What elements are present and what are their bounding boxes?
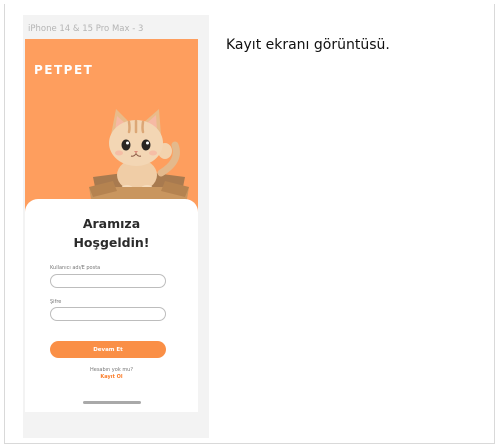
- continue-button[interactable]: Devam Et: [50, 341, 166, 358]
- password-label: Şifre: [50, 299, 62, 305]
- screen-caption: Kayıt ekranı görüntüsü.: [226, 37, 390, 53]
- artboard-label: iPhone 14 & 15 Pro Max - 3: [28, 24, 144, 34]
- username-input[interactable]: [50, 274, 166, 288]
- phone-screen: PETPET Aramıza Hoşgeldin! Kullanıcı adı/…: [25, 39, 198, 412]
- brand-logo: PETPET: [34, 63, 94, 77]
- welcome-line-1: Aramıza: [82, 216, 141, 231]
- home-indicator: [83, 401, 141, 404]
- cat-in-box-illustration: [89, 109, 189, 211]
- register-link[interactable]: Kayıt Ol: [25, 374, 198, 380]
- welcome-heading: Aramıza Hoşgeldin!: [25, 214, 198, 252]
- password-input[interactable]: [50, 307, 166, 321]
- no-account-text: Hesabın yok mu?: [89, 367, 134, 373]
- welcome-line-2: Hoşgeldin!: [73, 235, 150, 250]
- username-label: Kullanıcı adı/E posta: [50, 265, 101, 271]
- login-card: Aramıza Hoşgeldin! Kullanıcı adı/E posta…: [25, 199, 198, 412]
